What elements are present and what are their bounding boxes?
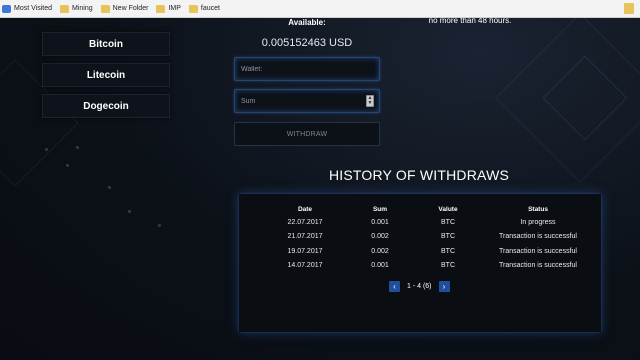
next-page-button[interactable]: › xyxy=(438,281,450,292)
bookmark-label: New Folder xyxy=(112,5,149,12)
table-header-row: Date Sum Valute Status xyxy=(259,204,589,215)
cell-status: Transaction is successful xyxy=(499,262,577,270)
page-content: Bitcoin Litecoin Dogecoin Available: 0.0… xyxy=(0,18,640,360)
history-table: Date Sum Valute Status 22.07.2017 0.001 … xyxy=(259,204,589,273)
prev-page-button[interactable]: ‹ xyxy=(389,281,400,292)
table-row: 19.07.2017 0.002 BTC Transaction is succ… xyxy=(259,244,589,259)
header-status: Status xyxy=(528,206,548,213)
cell-valute: BTC xyxy=(441,247,455,255)
bookmark-faucet[interactable]: faucet xyxy=(188,4,220,13)
bookmark-imp[interactable]: IMP xyxy=(156,4,181,13)
cell-sum: 0.001 xyxy=(371,218,389,226)
header-valute: Valute xyxy=(438,206,458,213)
background-dot xyxy=(108,186,111,189)
background-dot xyxy=(66,164,69,167)
table-row: 22.07.2017 0.001 BTC In progress xyxy=(259,215,589,230)
table-row: 21.07.2017 0.002 BTC Transaction is succ… xyxy=(259,230,589,245)
cell-sum: 0.001 xyxy=(371,262,389,270)
bookmark-new-folder[interactable]: New Folder xyxy=(100,4,149,13)
withdraw-button[interactable]: WITHDRAW xyxy=(234,122,380,146)
coin-bitcoin-button[interactable]: Bitcoin xyxy=(42,32,170,56)
background-dot xyxy=(76,146,79,149)
background-dot xyxy=(45,148,48,151)
balance-value: 0.005152463 USD xyxy=(261,37,353,49)
background-dot xyxy=(128,210,131,213)
page-range-text: 1 - 4 (6) xyxy=(407,283,432,290)
bookmarks-bar: Most Visited Mining New Folder IMP fauce… xyxy=(0,0,640,18)
bookmark-most-visited[interactable]: Most Visited xyxy=(2,4,52,13)
withdraw-time-note: no more than 48 hours. xyxy=(428,18,512,25)
sum-stepper[interactable]: ▲ ▼ xyxy=(366,95,374,107)
bookmark-label: Mining xyxy=(72,5,93,12)
cell-valute: BTC xyxy=(441,218,455,226)
chevron-left-icon: ‹ xyxy=(393,282,396,291)
bookmark-label: Most Visited xyxy=(14,5,52,12)
header-date: Date xyxy=(297,206,313,213)
cell-status: Transaction is successful xyxy=(499,233,577,241)
cell-date: 21.07.2017 xyxy=(287,233,323,241)
table-row: 14.07.2017 0.001 BTC Transaction is succ… xyxy=(259,259,589,274)
sum-input[interactable] xyxy=(234,89,380,113)
cell-date: 14.07.2017 xyxy=(287,262,323,270)
wallet-input[interactable] xyxy=(234,57,380,81)
cell-sum: 0.002 xyxy=(371,233,389,241)
folder-icon xyxy=(100,4,110,13)
cell-status: In progress xyxy=(520,218,556,226)
bookmark-label: faucet xyxy=(200,5,220,12)
available-label: Available: xyxy=(288,18,326,27)
header-sum: Sum xyxy=(372,206,388,213)
cell-valute: BTC xyxy=(441,233,455,241)
history-title: HISTORY OF WITHDRAWS xyxy=(328,167,510,183)
coin-dogecoin-button[interactable]: Dogecoin xyxy=(42,94,170,118)
history-panel: Date Sum Valute Status 22.07.2017 0.001 … xyxy=(239,194,601,332)
other-bookmarks-folder-icon[interactable] xyxy=(624,3,634,14)
chevron-right-icon: › xyxy=(442,282,446,291)
stepper-down-icon[interactable]: ▼ xyxy=(367,101,373,106)
cell-date: 22.07.2017 xyxy=(287,218,323,226)
background-dot xyxy=(158,224,161,227)
pagination: ‹ 1 - 4 (6) › xyxy=(389,281,450,292)
most-visited-icon xyxy=(2,4,11,13)
cell-status: Transaction is successful xyxy=(499,247,577,255)
cell-sum: 0.002 xyxy=(371,247,389,255)
folder-icon xyxy=(188,4,198,13)
bookmark-mining[interactable]: Mining xyxy=(60,4,93,13)
folder-icon xyxy=(60,4,69,13)
cell-valute: BTC xyxy=(441,262,455,270)
coin-litecoin-button[interactable]: Litecoin xyxy=(42,63,170,87)
folder-icon xyxy=(156,4,166,13)
cell-date: 19.07.2017 xyxy=(287,247,323,255)
bookmark-label: IMP xyxy=(168,5,181,12)
